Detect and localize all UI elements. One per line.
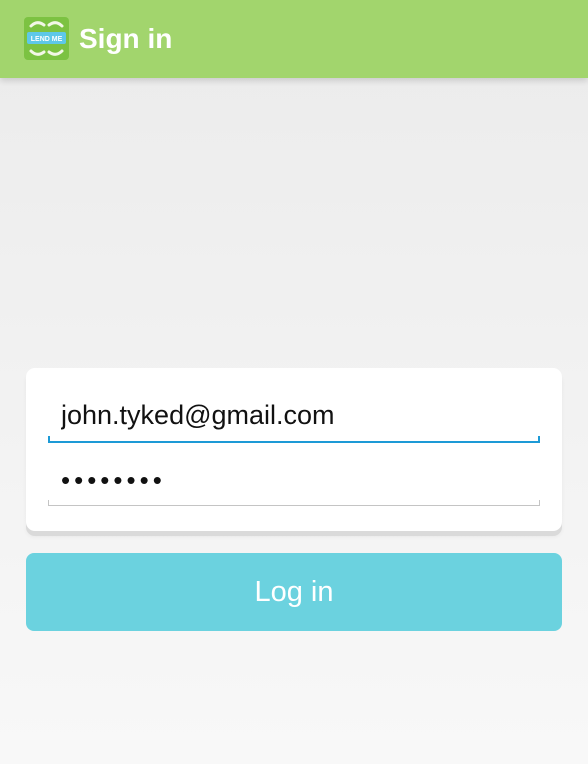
login-button[interactable]: Log in: [26, 553, 562, 631]
email-field[interactable]: [48, 393, 540, 443]
login-form-card: [26, 368, 562, 531]
logo-text: LEND ME: [31, 36, 63, 43]
password-field[interactable]: [48, 456, 540, 506]
app-bar: LEND ME Sign in: [0, 0, 588, 78]
lend-me-logo-icon: LEND ME: [24, 17, 69, 60]
email-underline: [48, 436, 540, 443]
email-input[interactable]: [48, 393, 540, 443]
page-title: Sign in: [79, 23, 173, 54]
password-input[interactable]: [48, 456, 540, 506]
password-underline: [48, 500, 540, 506]
